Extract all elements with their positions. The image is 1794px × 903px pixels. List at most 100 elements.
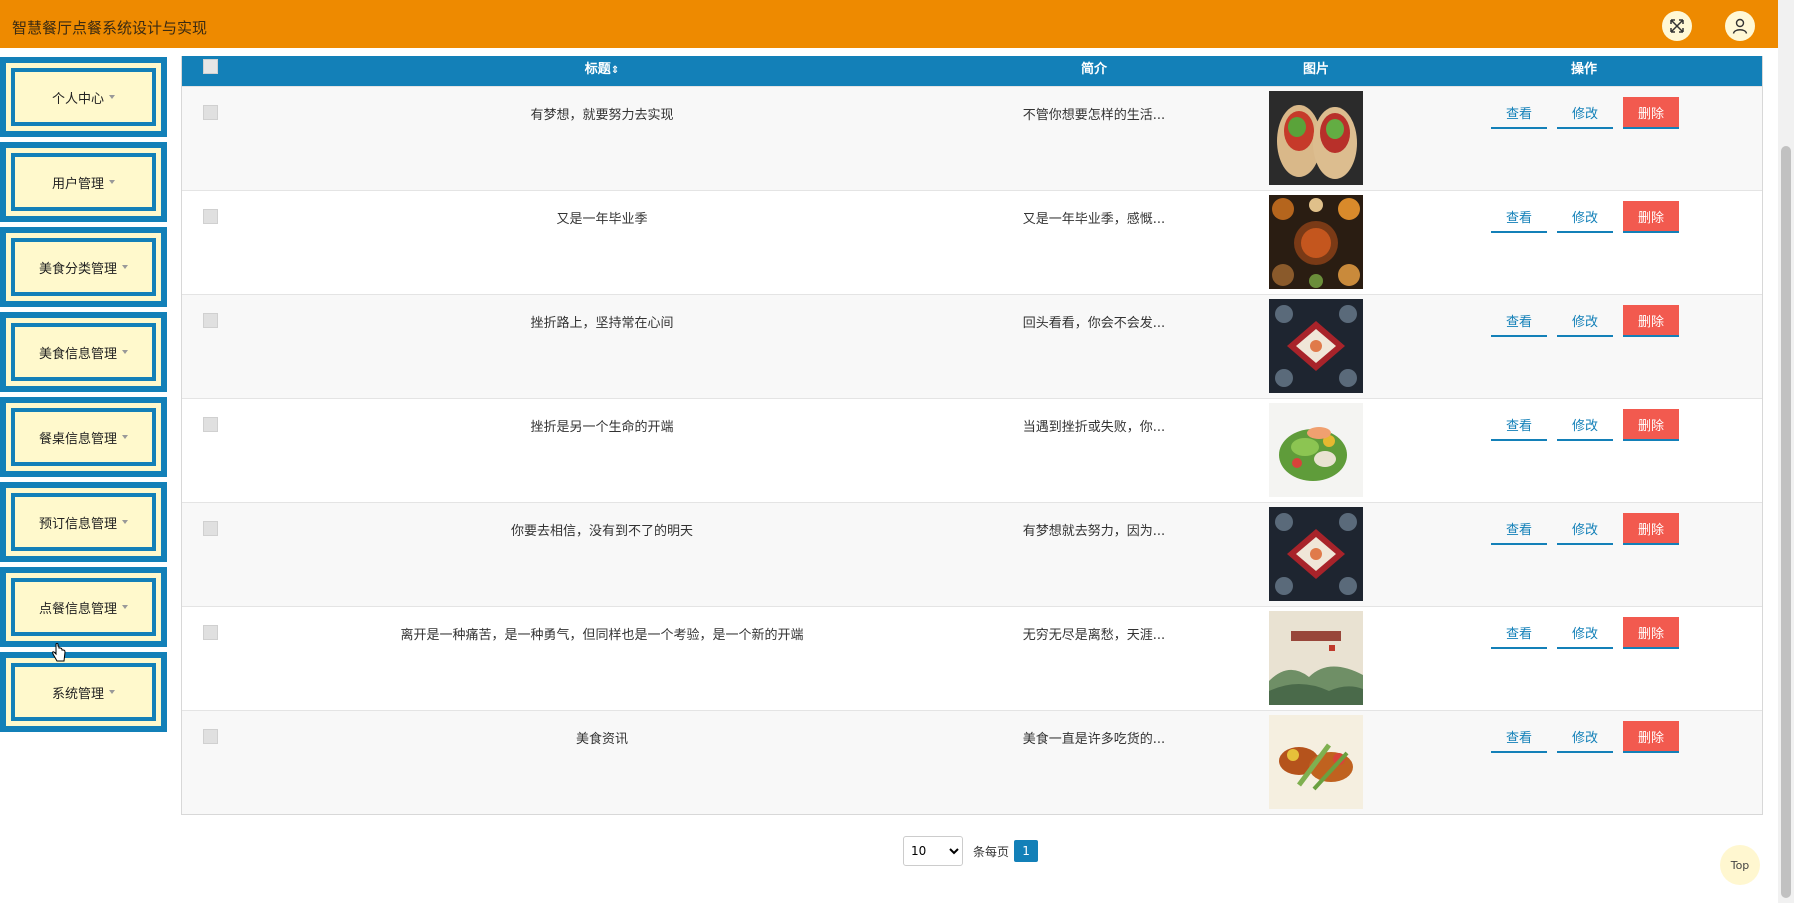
table-row: 挫折路上，坚持常在心间 回头看看，你会不会发... 查看 修改 删除 xyxy=(182,294,1762,398)
table-row: 美食资讯 美食一直是许多吃货的... 查看 修改 删除 xyxy=(182,710,1762,814)
wrap-food-photo xyxy=(1269,91,1363,185)
view-button[interactable]: 查看 xyxy=(1491,513,1547,545)
edit-button[interactable]: 修改 xyxy=(1557,721,1613,753)
table-row: 你要去相信，没有到不了的明天 有梦想就去努力，因为... 查看 修改 删除 xyxy=(182,502,1762,606)
page-scrollbar[interactable] xyxy=(1778,0,1794,903)
sidebar-item-label: 点餐信息管理 xyxy=(38,601,117,617)
column-image: 图片 xyxy=(1302,62,1330,77)
row-checkbox[interactable] xyxy=(203,313,218,328)
row-intro: 当遇到挫折或失败，你... xyxy=(1022,420,1166,435)
sidebar-item-label: 用户管理 xyxy=(51,176,104,192)
row-checkbox[interactable] xyxy=(203,625,218,640)
delete-button[interactable]: 删除 xyxy=(1623,201,1679,233)
table-row: 又是一年毕业季 又是一年毕业季，感慨... 查看 修改 删除 xyxy=(182,190,1762,294)
delete-button[interactable]: 删除 xyxy=(1623,409,1679,441)
row-intro: 回头看看，你会不会发... xyxy=(1022,316,1166,331)
caret-down-icon xyxy=(122,350,128,354)
caret-down-icon xyxy=(122,605,128,609)
salad-photo xyxy=(1269,403,1363,497)
scrollbar-thumb[interactable] xyxy=(1781,146,1791,898)
sidebar-item-personal-center[interactable]: 个人中心 xyxy=(0,57,167,137)
view-button[interactable]: 查看 xyxy=(1491,409,1547,441)
row-intro: 美食一直是许多吃货的... xyxy=(1022,732,1166,747)
sidebar-item-reservation-info[interactable]: 预订信息管理 xyxy=(0,482,167,562)
row-title: 又是一年毕业季 xyxy=(556,212,648,227)
pagination: 10 20 50 100 条每页 1 xyxy=(903,835,1039,867)
view-button[interactable]: 查看 xyxy=(1491,617,1547,649)
view-button[interactable]: 查看 xyxy=(1491,97,1547,129)
data-table: 标题⇕ 简介 图片 操作 有梦想，就要努力去实现 不管你想要怎样的生活... 查… xyxy=(181,56,1763,815)
column-title[interactable]: 标题⇕ xyxy=(585,58,619,77)
sidebar-item-label: 餐桌信息管理 xyxy=(38,431,117,447)
row-checkbox[interactable] xyxy=(203,729,218,744)
delete-button[interactable]: 删除 xyxy=(1623,513,1679,545)
row-intro: 有梦想就去努力，因为... xyxy=(1022,524,1166,539)
row-title: 离开是一种痛苦，是一种勇气，但同样也是一个考验，是一个新的开端 xyxy=(400,628,804,643)
row-title: 美食资讯 xyxy=(575,732,629,747)
delete-button[interactable]: 删除 xyxy=(1623,617,1679,649)
dishes-photo xyxy=(1269,195,1363,289)
select-all-checkbox[interactable] xyxy=(203,59,218,74)
fullscreen-button[interactable] xyxy=(1662,11,1692,41)
row-checkbox[interactable] xyxy=(203,105,218,120)
table-row: 有梦想，就要努力去实现 不管你想要怎样的生活... 查看 修改 删除 xyxy=(182,86,1762,190)
edit-button[interactable]: 修改 xyxy=(1557,409,1613,441)
caret-down-icon xyxy=(122,520,128,524)
sidebar-item-label: 系统管理 xyxy=(51,686,104,702)
sidebar-item-food-category[interactable]: 美食分类管理 xyxy=(0,227,167,307)
caret-down-icon xyxy=(109,95,115,99)
row-checkbox[interactable] xyxy=(203,417,218,432)
row-title: 有梦想，就要努力去实现 xyxy=(530,108,674,123)
delete-button[interactable]: 删除 xyxy=(1623,305,1679,337)
sidebar-item-order-info[interactable]: 点餐信息管理 xyxy=(0,567,167,647)
header-bar: 智慧餐厅点餐系统设计与实现 xyxy=(0,0,1778,48)
sidebar-item-system[interactable]: 系统管理 xyxy=(0,652,167,732)
row-checkbox[interactable] xyxy=(203,521,218,536)
edit-button[interactable]: 修改 xyxy=(1557,617,1613,649)
skewers-photo xyxy=(1269,715,1363,809)
table-header: 标题⇕ 简介 图片 操作 xyxy=(182,56,1762,86)
user-button[interactable] xyxy=(1725,11,1755,41)
app-title: 智慧餐厅点餐系统设计与实现 xyxy=(12,19,208,37)
page-number-button[interactable]: 1 xyxy=(1014,840,1039,862)
row-checkbox[interactable] xyxy=(203,209,218,224)
sidebar-item-label: 预订信息管理 xyxy=(38,516,117,532)
caret-down-icon xyxy=(122,265,128,269)
edit-button[interactable]: 修改 xyxy=(1557,513,1613,545)
edit-button[interactable]: 修改 xyxy=(1557,201,1613,233)
sidebar-item-label: 个人中心 xyxy=(51,91,104,107)
sidebar-item-food-info[interactable]: 美食信息管理 xyxy=(0,312,167,392)
row-title: 你要去相信，没有到不了的明天 xyxy=(510,524,694,539)
back-to-top-button[interactable]: Top xyxy=(1720,845,1760,885)
user-icon xyxy=(1732,18,1748,34)
row-intro: 不管你想要怎样的生活... xyxy=(1022,108,1166,123)
page-size-select[interactable]: 10 20 50 100 xyxy=(903,836,963,866)
delete-button[interactable]: 删除 xyxy=(1623,721,1679,753)
sushi-platter-photo xyxy=(1269,507,1363,601)
view-button[interactable]: 查看 xyxy=(1491,305,1547,337)
sidebar-item-label: 美食分类管理 xyxy=(38,261,117,277)
sidebar-item-table-info[interactable]: 餐桌信息管理 xyxy=(0,397,167,477)
column-intro: 简介 xyxy=(1080,62,1108,77)
sidebar-item-label: 美食信息管理 xyxy=(38,346,117,362)
row-intro: 又是一年毕业季，感慨... xyxy=(1022,212,1166,227)
table-row: 离开是一种痛苦，是一种勇气，但同样也是一个考验，是一个新的开端 无穷无尽是离愁，… xyxy=(182,606,1762,710)
edit-button[interactable]: 修改 xyxy=(1557,97,1613,129)
view-button[interactable]: 查看 xyxy=(1491,201,1547,233)
expand-arrows-icon xyxy=(1670,19,1684,33)
sidebar: 个人中心 用户管理 美食分类管理 美食信息管理 餐桌信息管理 预订信息管理 点餐… xyxy=(0,57,167,737)
hand-cursor-icon xyxy=(52,643,66,662)
caret-down-icon xyxy=(109,690,115,694)
sushi-platter-photo xyxy=(1269,299,1363,393)
poster-photo xyxy=(1269,611,1363,705)
table-row: 挫折是另一个生命的开端 当遇到挫折或失败，你... 查看 修改 删除 xyxy=(182,398,1762,502)
sidebar-item-user-management[interactable]: 用户管理 xyxy=(0,142,167,222)
delete-button[interactable]: 删除 xyxy=(1623,97,1679,129)
row-intro: 无穷无尽是离愁，天涯... xyxy=(1022,628,1166,643)
view-button[interactable]: 查看 xyxy=(1491,721,1547,753)
caret-down-icon xyxy=(109,180,115,184)
edit-button[interactable]: 修改 xyxy=(1557,305,1613,337)
row-title: 挫折路上，坚持常在心间 xyxy=(530,316,674,331)
row-title: 挫折是另一个生命的开端 xyxy=(530,420,674,435)
column-actions: 操作 xyxy=(1570,62,1598,77)
